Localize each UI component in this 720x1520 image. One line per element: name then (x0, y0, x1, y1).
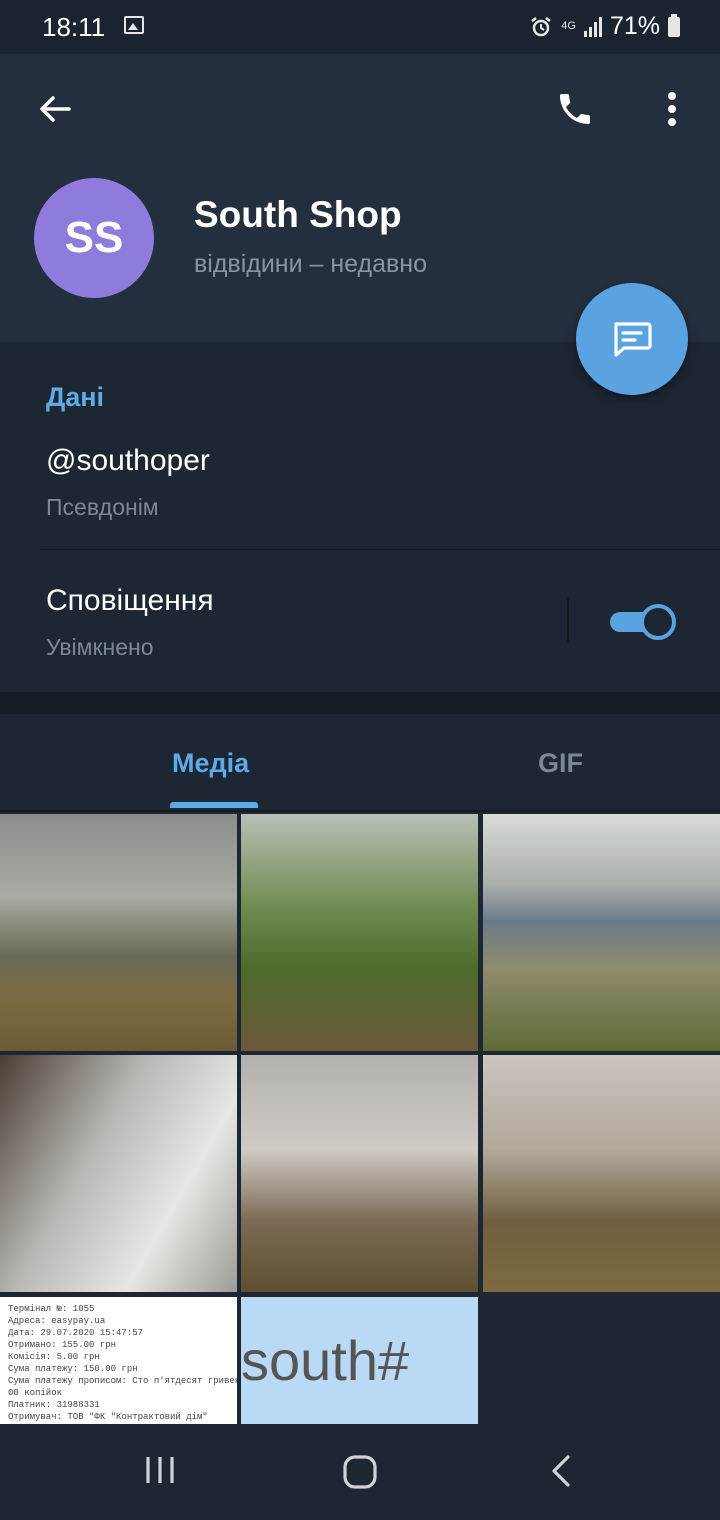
back-arrow-icon (40, 96, 71, 122)
tab-gif[interactable]: GIF (538, 748, 583, 779)
send-message-button[interactable] (576, 283, 688, 395)
section-title: Дані (46, 382, 105, 412)
network-type: 4G (561, 20, 576, 32)
media-thumbnail[interactable] (241, 814, 478, 1051)
back-chevron-icon (552, 1455, 570, 1487)
notifications-toggle[interactable] (610, 604, 676, 640)
receipt-line: 00 копійок (8, 1388, 63, 1398)
last-seen-status: відвідини – недавно (194, 250, 428, 278)
alarm-icon (531, 16, 552, 36)
avatar[interactable]: SS (34, 178, 154, 298)
media-thumbnail[interactable] (0, 1055, 237, 1292)
info-section: Дані @southoper Псевдонім Сповіщення Уві… (0, 342, 720, 692)
battery-percent: 71% (609, 12, 660, 40)
receipt-line: Сума платежу: 150.00 грн (8, 1364, 138, 1374)
receipt-thumbnail[interactable]: Термінал №: 1055 Адреса: easypay.ua Дата… (0, 1297, 237, 1424)
toggle-knob (640, 604, 676, 640)
recent-apps-icon (146, 1457, 174, 1483)
text-image-thumbnail[interactable]: south# (241, 1297, 478, 1424)
signal-icon (583, 16, 602, 37)
status-bar: 18:11 4G 71% (0, 0, 720, 54)
home-button[interactable] (342, 1454, 378, 1495)
media-thumbnail[interactable] (483, 814, 720, 1051)
media-grid: Термінал №: 1055 Адреса: easypay.ua Дата… (0, 814, 720, 1424)
receipt-line: Дата: 29.07.2020 15:47:57 (8, 1328, 144, 1338)
home-icon (343, 1455, 377, 1489)
media-tabs: Медіа GIF (0, 714, 720, 812)
more-vert-icon (668, 92, 676, 126)
username-label: Псевдонім (46, 494, 159, 520)
vertical-divider (567, 598, 569, 642)
receipt-line: Адреса: easypay.ua (8, 1316, 106, 1326)
message-icon (614, 322, 652, 357)
tab-media[interactable]: Медіа (172, 748, 249, 779)
tab-active-indicator (170, 802, 258, 808)
media-thumbnail[interactable] (483, 1055, 720, 1292)
text-image-label: south# (241, 1329, 410, 1392)
media-thumbnail[interactable] (0, 814, 237, 1051)
receipt-line: Платник: 31988331 (8, 1400, 100, 1410)
status-time: 18:11 (42, 12, 106, 42)
section-gap (0, 692, 720, 714)
notifications-value: Увімкнено (46, 634, 154, 660)
receipt-line: Отримувач: ТОВ "ФК "Контрактовий дім" (8, 1412, 208, 1422)
receipt-line: Комісія: 5.00 грн (8, 1352, 100, 1362)
divider (40, 549, 720, 550)
receipt-line: Термінал №: 1055 (8, 1304, 95, 1314)
receipt-line: Сума платежу прописом: Сто п'ятдесят гри… (8, 1376, 237, 1386)
receipt-line: Отримано: 155.00 грн (8, 1340, 117, 1350)
back-button[interactable] (30, 84, 80, 134)
system-nav-bar (0, 1424, 720, 1520)
image-icon (124, 16, 144, 34)
notifications-title[interactable]: Сповіщення (46, 584, 214, 618)
username-value[interactable]: @southoper (46, 444, 210, 478)
media-thumbnail[interactable] (241, 1055, 478, 1292)
battery-icon (668, 13, 680, 37)
phone-icon (560, 94, 590, 124)
more-options-button[interactable] (650, 84, 694, 134)
profile-name: South Shop (194, 194, 402, 235)
recent-apps-button[interactable] (144, 1454, 176, 1491)
system-back-button[interactable] (548, 1454, 576, 1493)
call-button[interactable] (550, 84, 600, 134)
status-right: 4G 71% (529, 12, 680, 41)
